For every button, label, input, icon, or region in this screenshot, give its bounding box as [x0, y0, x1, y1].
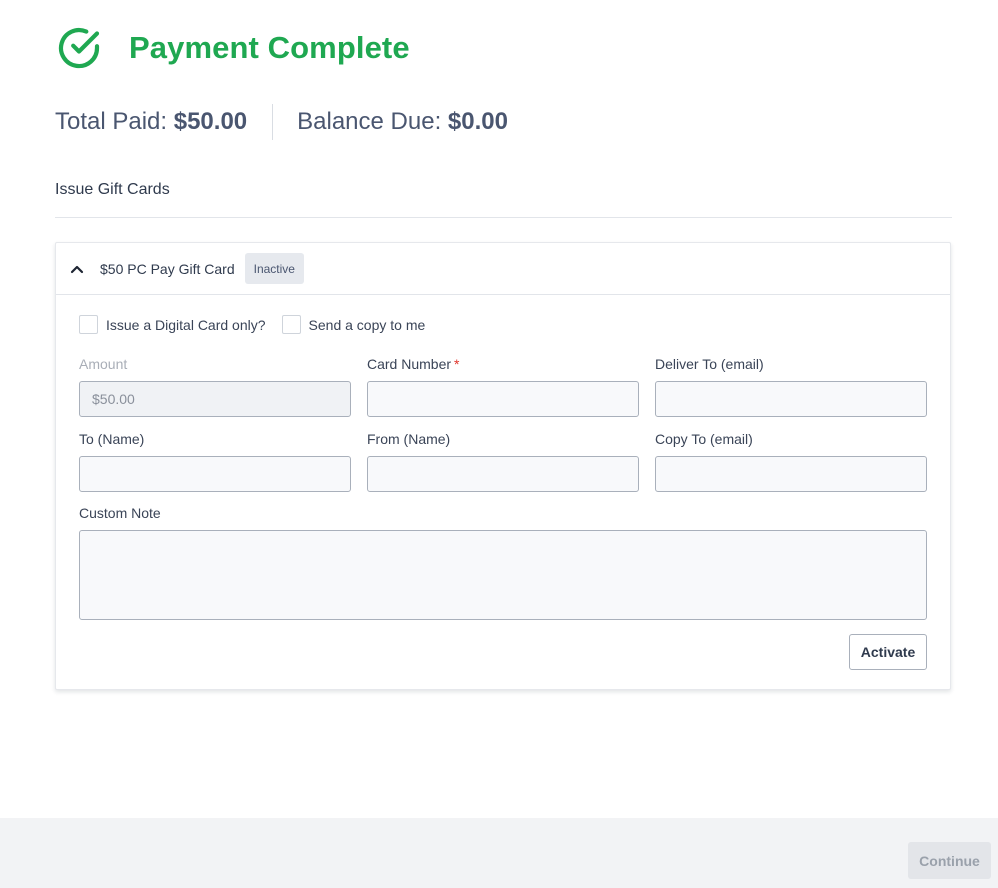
from-name-label: From (Name): [367, 431, 451, 447]
deliver-to-field: Deliver To (email): [655, 355, 927, 417]
deliver-to-label: Deliver To (email): [655, 356, 764, 372]
total-paid-value: $50.00: [173, 108, 248, 135]
to-name-field: To (Name): [79, 430, 351, 492]
digital-only-checkbox[interactable]: Issue a Digital Card only?: [79, 315, 266, 334]
amount-field: Amount $50.00: [79, 355, 351, 417]
to-name-label: To (Name): [79, 431, 145, 447]
to-name-input[interactable]: [79, 456, 351, 492]
balance-due: Balance Due: $0.00: [297, 108, 508, 136]
chevron-up-icon[interactable]: [70, 262, 84, 276]
required-marker: *: [454, 356, 460, 372]
continue-button[interactable]: Continue: [908, 842, 991, 879]
copy-to-label: Copy To (email): [655, 431, 753, 447]
from-name-field: From (Name): [367, 430, 639, 492]
digital-only-label[interactable]: Issue a Digital Card only?: [106, 317, 266, 333]
copy-to-input[interactable]: [655, 456, 927, 492]
card-number-label-text: Card Number: [367, 356, 452, 372]
total-paid: Total Paid: $50.00: [55, 108, 247, 136]
checkbox-box[interactable]: [79, 315, 98, 334]
send-copy-label[interactable]: Send a copy to me: [309, 317, 426, 333]
amount-label: Amount: [79, 356, 128, 372]
footer-bar: Continue: [0, 818, 998, 888]
amount-input: $50.00: [79, 381, 351, 417]
section-divider: [55, 217, 952, 218]
custom-note-label: Custom Note: [79, 505, 161, 521]
check-circle-icon: [58, 27, 100, 69]
gift-card-title: $50 PC Pay Gift Card: [100, 260, 235, 277]
section-title: Issue Gift Cards: [55, 181, 170, 198]
custom-note-field: Custom Note: [79, 504, 927, 620]
card-number-input[interactable]: [367, 381, 639, 417]
checkbox-box[interactable]: [281, 315, 301, 334]
status-badge: Inactive: [244, 253, 304, 284]
deliver-to-input[interactable]: [655, 381, 927, 417]
gift-card-panel: $50 PC Pay Gift Card Inactive Issue a Di…: [55, 242, 951, 690]
copy-to-field: Copy To (email): [655, 430, 927, 492]
gift-card-header[interactable]: $50 PC Pay Gift Card Inactive: [56, 243, 950, 295]
balance-due-label: Balance Due:: [297, 108, 448, 135]
send-copy-checkbox[interactable]: Send a copy to me: [281, 315, 426, 334]
page-title: Payment Complete: [129, 30, 410, 65]
custom-note-textarea[interactable]: [79, 530, 927, 620]
totals-divider: [272, 104, 274, 140]
activate-button[interactable]: Activate: [849, 634, 927, 670]
card-number-label: Card Number *: [367, 355, 639, 373]
card-number-field: Card Number *: [367, 355, 639, 417]
from-name-input[interactable]: [367, 456, 639, 492]
payment-totals: Total Paid: $50.00 Balance Due: $0.00: [55, 104, 508, 140]
balance-due-value: $0.00: [447, 108, 508, 135]
options-row: Issue a Digital Card only? Send a copy t…: [79, 315, 441, 334]
total-paid-label: Total Paid:: [55, 108, 174, 135]
page-header: Payment Complete: [57, 26, 410, 70]
